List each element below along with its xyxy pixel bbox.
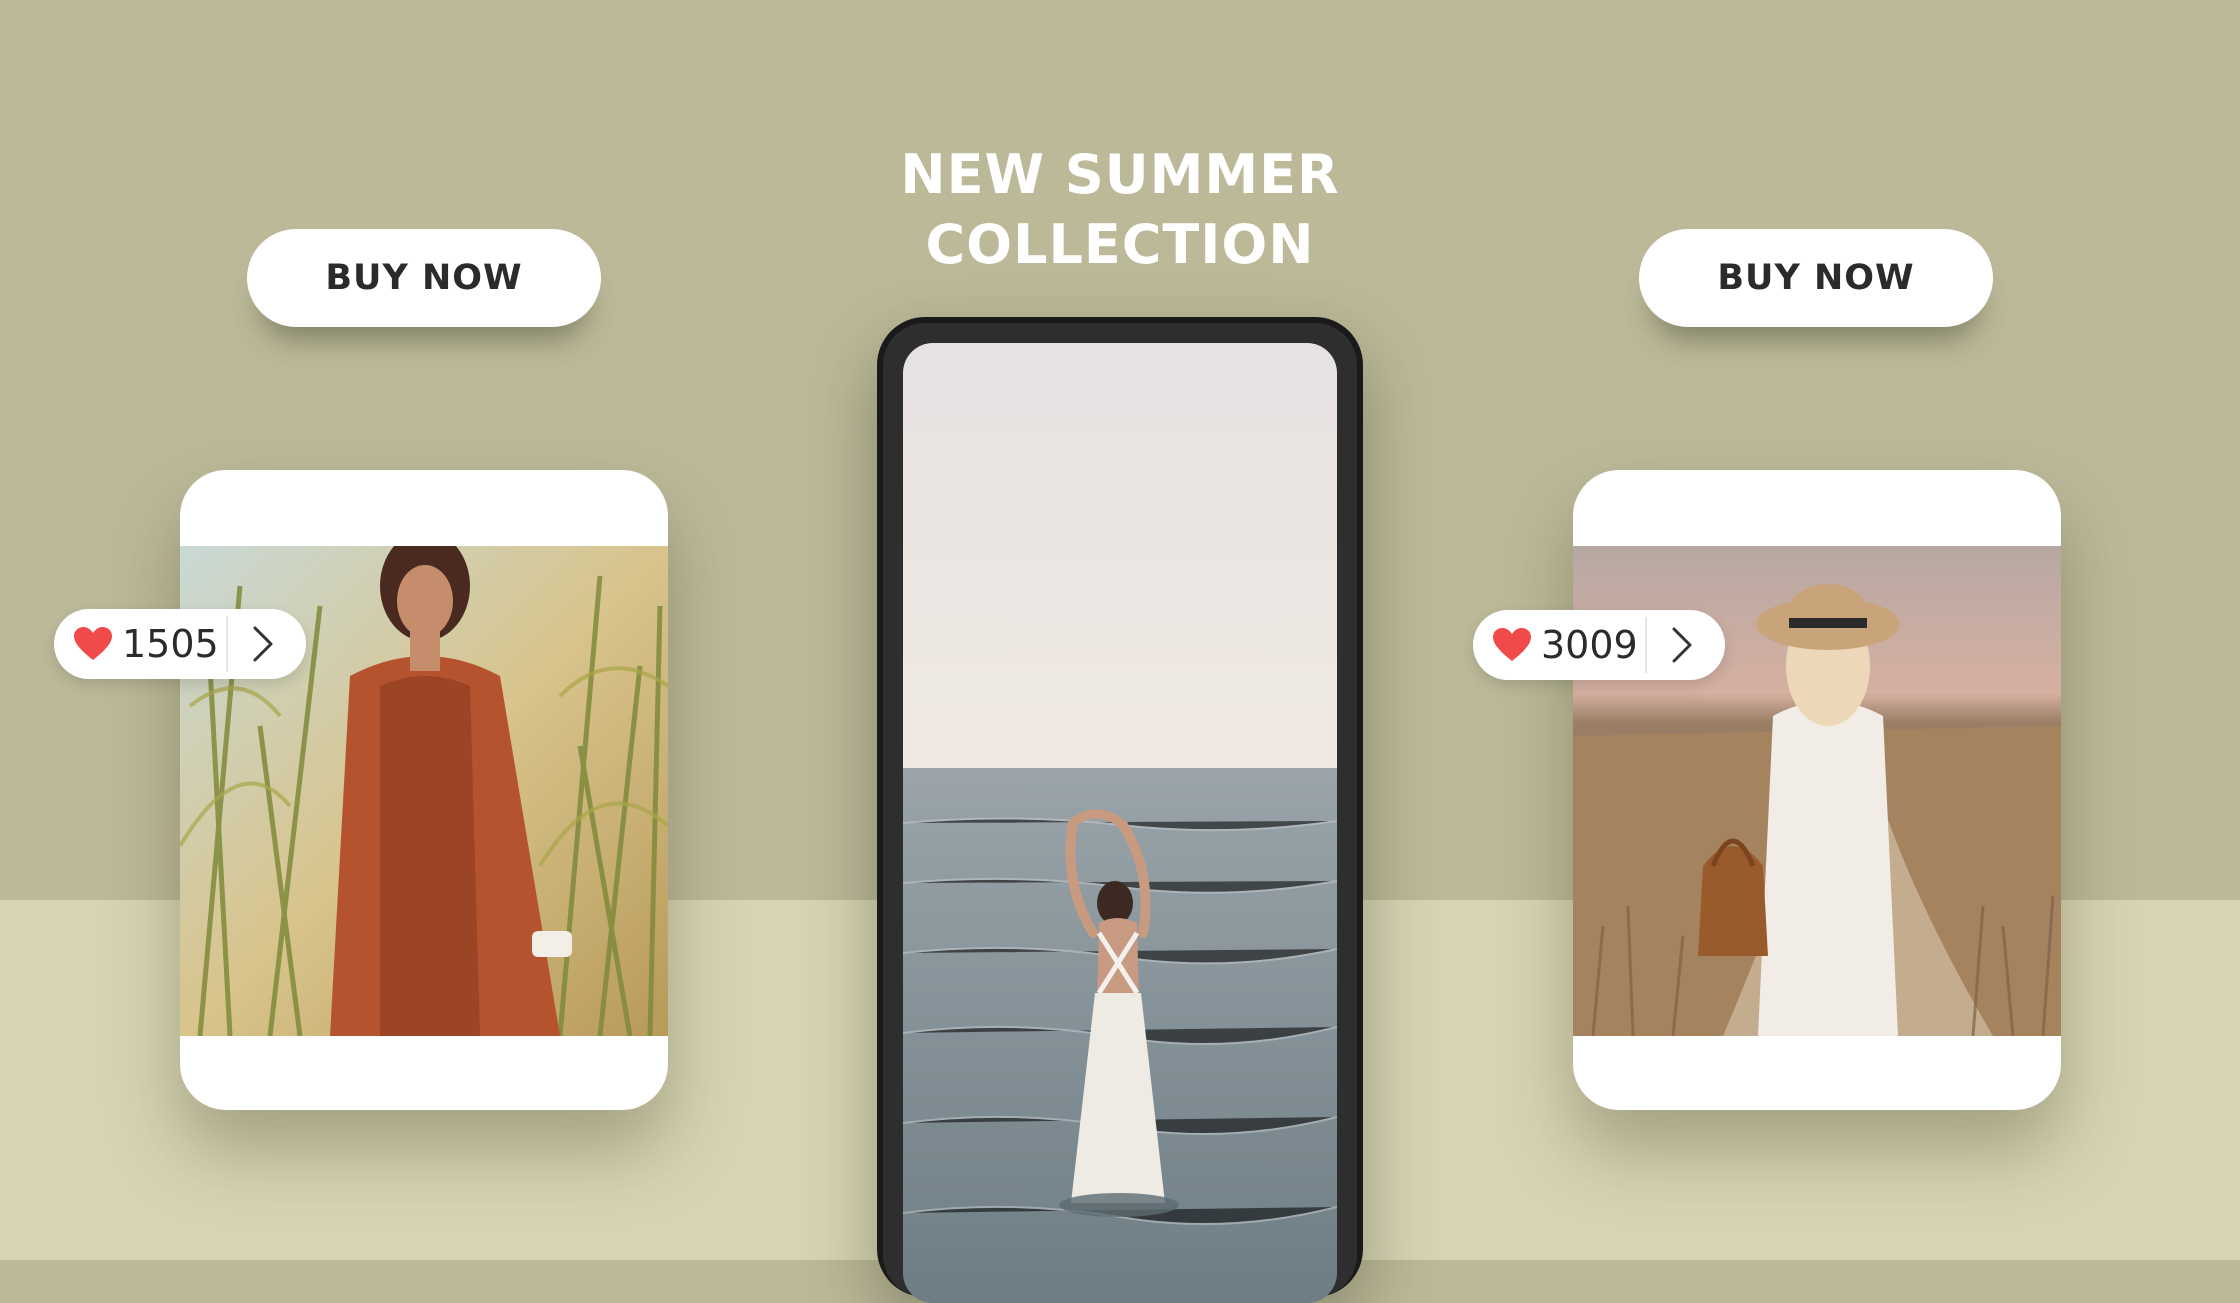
like-counter-left[interactable]: 1505 xyxy=(54,609,306,679)
product-card-right[interactable] xyxy=(1573,470,2061,1110)
heart-icon xyxy=(74,627,112,660)
page-title: NEW SUMMER COLLECTION xyxy=(820,140,1420,280)
product-card-left[interactable] xyxy=(180,470,668,1110)
phone-mockup xyxy=(877,317,1363,1303)
phone-screen[interactable] xyxy=(903,343,1337,1303)
title-line-2: COLLECTION xyxy=(925,213,1315,276)
chevron-right-icon[interactable] xyxy=(250,625,276,663)
like-counter-right[interactable]: 3009 xyxy=(1473,610,1725,680)
phone-photo-sea xyxy=(903,343,1337,1303)
like-count: 3009 xyxy=(1541,623,1638,667)
title-line-1: NEW SUMMER xyxy=(900,143,1340,206)
heart-icon xyxy=(1493,628,1531,661)
buy-now-button-right[interactable]: BUY NOW xyxy=(1639,229,1993,327)
buy-now-button-left[interactable]: BUY NOW xyxy=(247,229,601,327)
pill-divider xyxy=(226,616,228,672)
like-count: 1505 xyxy=(122,622,219,666)
chevron-right-icon[interactable] xyxy=(1669,626,1695,664)
pill-divider xyxy=(1645,617,1647,673)
